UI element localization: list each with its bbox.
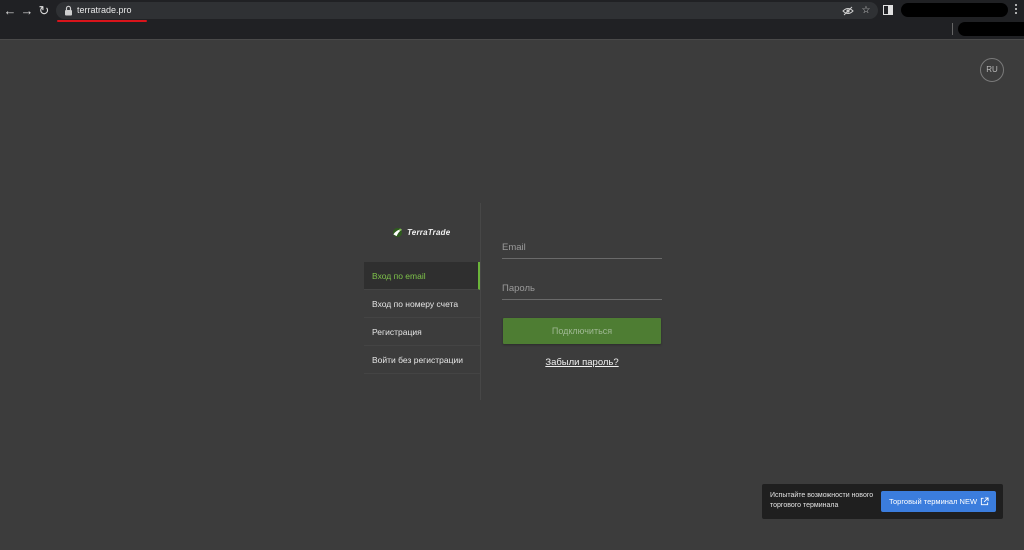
brand: TerraTrade — [392, 225, 450, 239]
reload-button[interactable]: ↻ — [37, 4, 51, 18]
bookmark-separator — [952, 23, 953, 35]
trading-terminal-label: Торговый терминал NEW — [889, 497, 978, 506]
back-button[interactable]: ← — [3, 4, 17, 18]
redacted-profile-area — [901, 3, 1008, 17]
language-switch[interactable]: RU — [980, 58, 1004, 82]
terratrade-logo-icon — [392, 227, 403, 237]
forward-button[interactable]: → — [20, 4, 34, 18]
side-panel-icon[interactable] — [883, 5, 893, 15]
connect-button[interactable]: Подключиться — [503, 318, 661, 344]
menu-item-email-login[interactable]: Вход по email — [364, 262, 480, 290]
url-highlight-underline — [57, 20, 147, 22]
brand-name: TerraTrade — [407, 227, 451, 237]
address-bar[interactable]: terratrade.pro ☆ — [56, 2, 878, 19]
external-link-icon — [980, 497, 989, 506]
promo-text: Испытайте возможности нового торгового т… — [770, 492, 874, 509]
trading-terminal-button[interactable]: Торговый терминал NEW — [881, 491, 996, 512]
promo-banner: Испытайте возможности нового торгового т… — [762, 484, 1003, 519]
menu-item-registration[interactable]: Регистрация — [364, 318, 480, 346]
lock-icon — [65, 5, 72, 16]
login-menu: TerraTrade Вход по email Вход по номеру … — [364, 203, 481, 400]
email-field[interactable] — [502, 236, 662, 259]
login-card: TerraTrade Вход по email Вход по номеру … — [364, 203, 664, 400]
eye-off-icon[interactable] — [842, 5, 854, 17]
forgot-password-link[interactable]: Забыли пароль? — [503, 357, 661, 368]
menu-item-guest-login[interactable]: Войти без регистрации — [364, 346, 480, 374]
password-field[interactable] — [502, 277, 662, 300]
menu-kebab-icon[interactable] — [1013, 4, 1019, 18]
redacted-bookmark — [958, 22, 1024, 36]
bookmark-star-icon[interactable]: ☆ — [860, 5, 872, 17]
menu-item-account-login[interactable]: Вход по номеру счета — [364, 290, 480, 318]
url-text[interactable]: terratrade.pro — [77, 4, 132, 17]
browser-chrome: ← → ↻ terratrade.pro ☆ — [0, 0, 1024, 40]
